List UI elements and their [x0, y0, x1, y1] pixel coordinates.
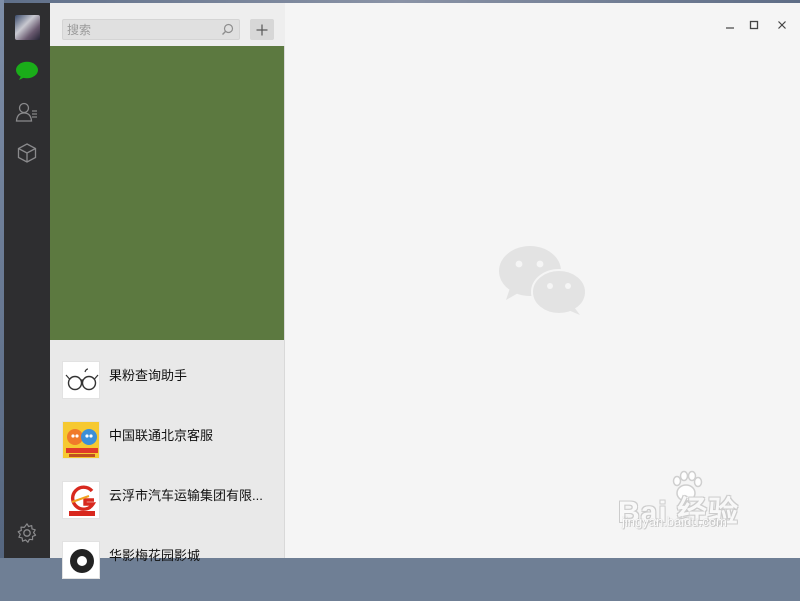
- add-button[interactable]: [250, 19, 274, 40]
- chat-icon: [16, 61, 38, 80]
- unicom-mascot-logo: [63, 422, 99, 458]
- search-bar: [50, 3, 285, 46]
- chat-list-item[interactable]: 云浮市汽车运输集团有限...: [50, 481, 284, 541]
- chat-content-pane: Bai 经验 jingyan.baidu.com: [285, 3, 800, 558]
- search-icon[interactable]: [221, 23, 234, 36]
- yunfu-transport-thumbnail: [62, 481, 100, 519]
- wechat-window: 果粉查询助手 中国联通北京客服: [4, 3, 800, 579]
- favorites-tab-button[interactable]: [4, 135, 50, 171]
- watermark-url: jingyan.baidu.com: [622, 514, 727, 529]
- chat-list-item[interactable]: 果粉查询助手: [50, 361, 284, 421]
- favorites-cube-icon: [17, 143, 37, 163]
- maximize-icon: [749, 20, 759, 30]
- contacts-tab-button[interactable]: [4, 94, 50, 130]
- redacted-banner-area[interactable]: [50, 46, 284, 340]
- minimize-button[interactable]: [717, 15, 743, 35]
- minimize-icon: [726, 27, 734, 29]
- close-button[interactable]: [769, 15, 795, 35]
- chat-list-item[interactable]: 中国联通北京客服: [50, 421, 284, 481]
- glasses-logo: [65, 368, 99, 391]
- navigation-rail: [4, 3, 50, 558]
- contacts-icon: [15, 102, 37, 122]
- search-input[interactable]: [67, 21, 217, 38]
- cinema-logo: [70, 549, 94, 573]
- settings-button[interactable]: [4, 515, 50, 551]
- chat-name: 云浮市汽车运输集团有限...: [109, 488, 263, 503]
- maximize-button[interactable]: [741, 15, 767, 35]
- chat-name: 果粉查询助手: [109, 368, 188, 383]
- close-icon: [778, 21, 786, 29]
- unicom-mascot-thumbnail: [62, 421, 100, 459]
- cinema-thumbnail: [62, 541, 100, 579]
- user-avatar[interactable]: [15, 15, 40, 40]
- search-box[interactable]: [62, 19, 240, 40]
- baidu-jingyan-watermark: Bai 经验 jingyan.baidu.com: [610, 469, 800, 529]
- plus-icon: [256, 24, 268, 35]
- chat-name: 华影梅花园影城: [109, 548, 201, 563]
- conversation-list-pane: 果粉查询助手 中国联通北京客服: [50, 3, 285, 579]
- chat-list-item[interactable]: 华影梅花园影城: [50, 541, 284, 601]
- settings-gear-icon: [17, 523, 37, 543]
- chat-tab-button[interactable]: [4, 53, 50, 89]
- yunfu-transport-logo: [69, 485, 97, 516]
- chat-name: 中国联通北京客服: [109, 428, 214, 443]
- glasses-logo-thumbnail: [62, 361, 100, 399]
- wechat-logo-icon: [499, 246, 587, 315]
